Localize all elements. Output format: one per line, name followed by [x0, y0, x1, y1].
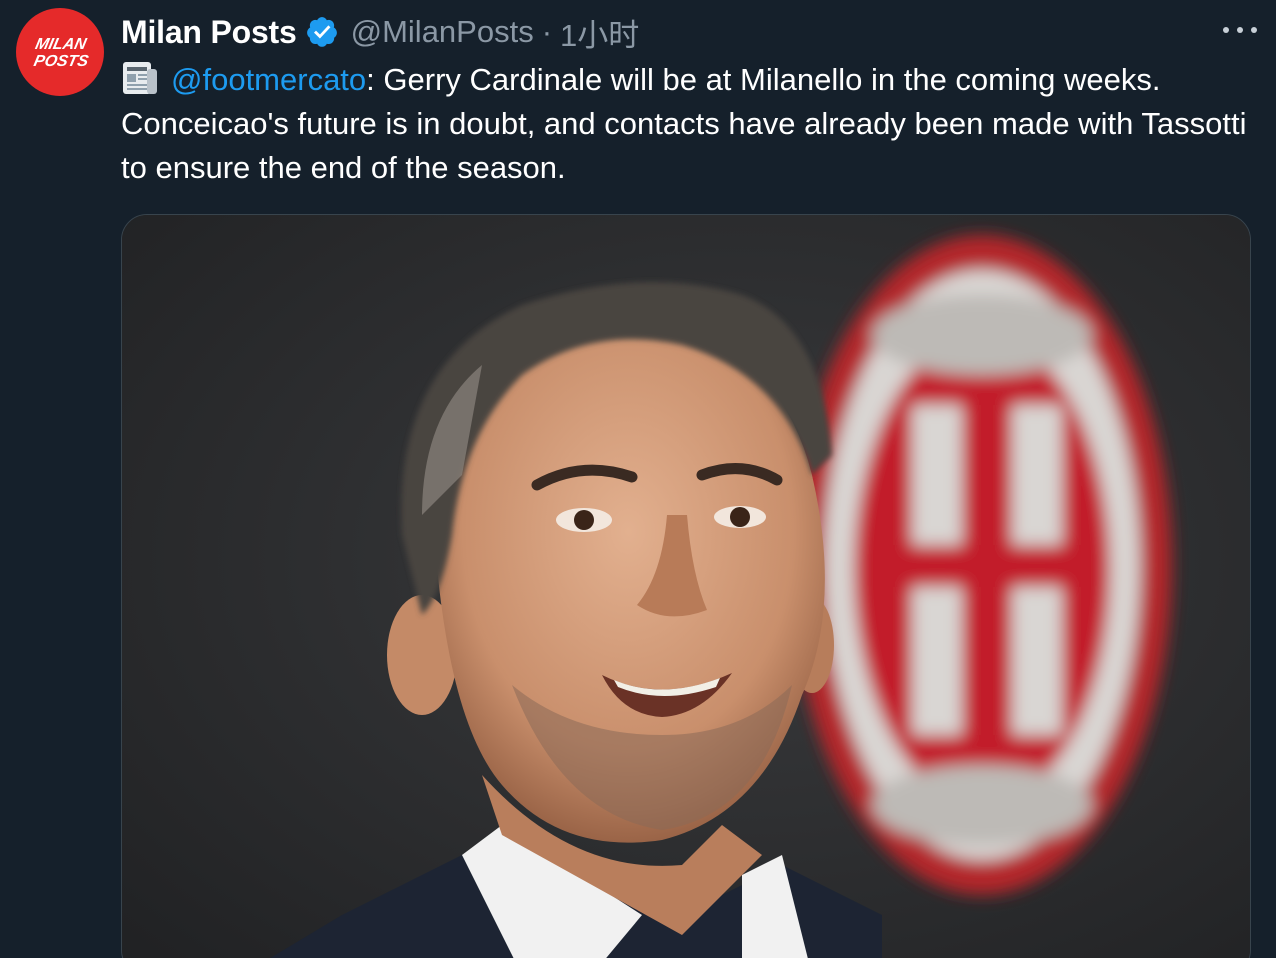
separator-dot: · [541, 14, 553, 49]
avatar[interactable]: MILAN POSTS [16, 8, 104, 96]
avatar-logo-line2: POSTS [32, 52, 90, 70]
milan-posts-logo: MILAN POSTS [32, 35, 90, 70]
tweet-header: Milan Posts @MilanPosts · 1小时 [121, 8, 639, 56]
tweet-text: @footmercato: Gerry Cardinale will be at… [121, 58, 1251, 190]
tweet-photo[interactable] [121, 214, 1251, 958]
verified-badge-icon [306, 17, 337, 47]
mention-link[interactable]: @footmercato [171, 62, 366, 97]
display-name[interactable]: Milan Posts [121, 14, 297, 51]
more-dot [1251, 27, 1257, 33]
photo-illustration [122, 215, 1250, 958]
avatar-logo-line1: MILAN [34, 35, 89, 53]
more-dot [1237, 27, 1243, 33]
ac-milan-crest [792, 235, 1172, 895]
timestamp[interactable]: 1小时 [560, 10, 639, 55]
more-dot [1223, 27, 1229, 33]
handle[interactable]: @MilanPosts [351, 14, 534, 50]
tweet: MILAN POSTS Milan Posts @MilanPosts · 1小… [0, 0, 1276, 958]
more-options-button[interactable] [1220, 18, 1260, 42]
newspaper-icon [123, 62, 157, 94]
